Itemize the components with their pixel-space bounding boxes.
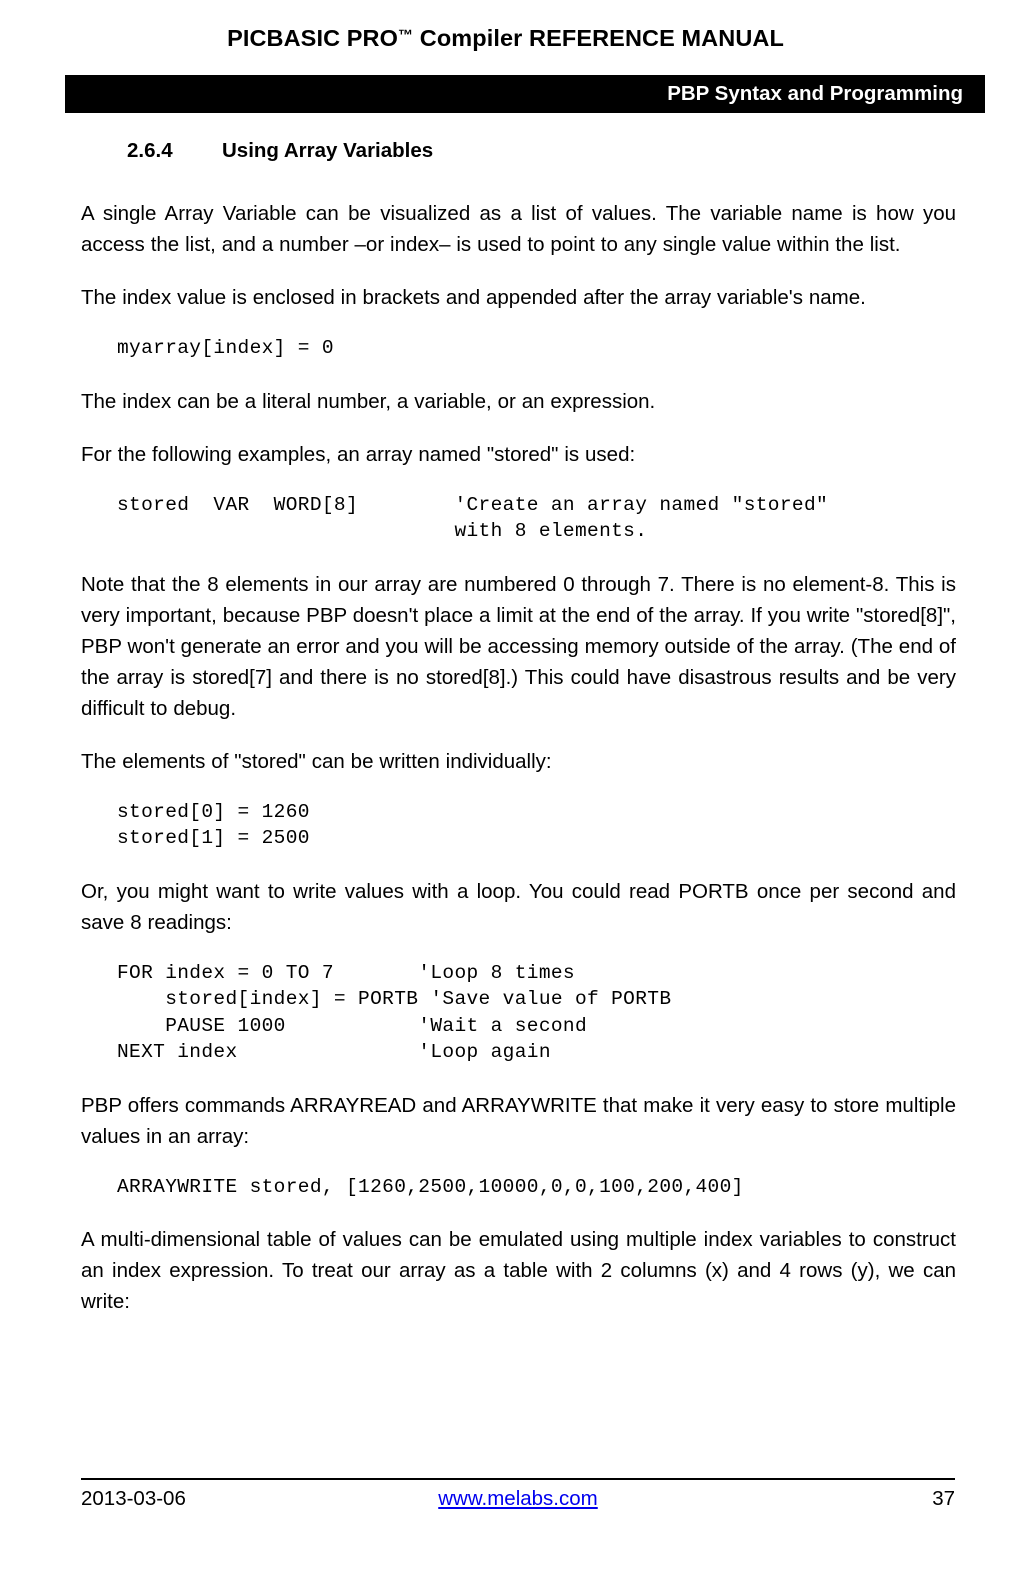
page-footer: 2013-03-06 www.melabs.com 37 (81, 1487, 955, 1521)
section-header-bar: PBP Syntax and Programming (65, 75, 985, 113)
code-listing: stored[0] = 1260 stored[1] = 2500 (117, 800, 310, 850)
paragraph: The index can be a literal number, a var… (81, 389, 656, 413)
page-title-main: PICBASIC PRO (227, 25, 399, 51)
page-title-suffix: Compiler REFERENCE MANUAL (413, 25, 784, 51)
section-title: Using Array Variables (222, 139, 434, 162)
paragraph: Note that the 8 elements in our array ar… (81, 572, 956, 720)
document-page: PICBASIC PRO™ Compiler REFERENCE MANUAL … (0, 0, 1011, 1579)
section-header-bar-label: PBP Syntax and Programming (667, 82, 963, 105)
paragraph: The elements of "stored" can be written … (81, 749, 552, 773)
code-block: FOR index = 0 TO 7 'Loop 8 times stored[… (81, 960, 956, 1066)
section-number: 2.6.4 (127, 139, 173, 162)
paragraph: Or, you might want to write values with … (81, 879, 956, 934)
section-heading: 2.6.4 Using Array Variables (127, 139, 433, 163)
code-block: stored VAR WORD[8] 'Create an array name… (81, 492, 956, 545)
footer-website-link[interactable]: www.melabs.com (81, 1487, 955, 1511)
code-listing: ARRAYWRITE stored, [1260,2500,10000,0,0,… (117, 1175, 744, 1198)
trademark-symbol: ™ (398, 27, 414, 44)
paragraph: The index value is enclosed in brackets … (81, 286, 866, 309)
paragraph: A multi-dimensional table of values can … (81, 1228, 956, 1313)
footer-divider (81, 1478, 955, 1480)
code-block: stored[0] = 1260 stored[1] = 2500 (81, 799, 956, 852)
code-block: ARRAYWRITE stored, [1260,2500,10000,0,0,… (81, 1174, 956, 1201)
paragraph: A single Array Variable can be visualize… (81, 202, 956, 256)
footer-page-number: 37 (932, 1487, 955, 1510)
code-listing: myarray[index] = 0 (117, 337, 334, 359)
paragraph: For the following examples, an array nam… (81, 442, 636, 466)
paragraph: PBP offers commands ARRAYREAD and ARRAYW… (81, 1093, 956, 1148)
code-listing: stored VAR WORD[8] 'Create an array name… (117, 493, 829, 543)
code-listing: FOR index = 0 TO 7 'Loop 8 times stored[… (117, 961, 672, 1064)
document-body: A single Array Variable can be visualize… (81, 198, 956, 1339)
code-block: myarray[index] = 0 (81, 335, 956, 362)
page-title: PICBASIC PRO™ Compiler REFERENCE MANUAL (0, 25, 1011, 52)
